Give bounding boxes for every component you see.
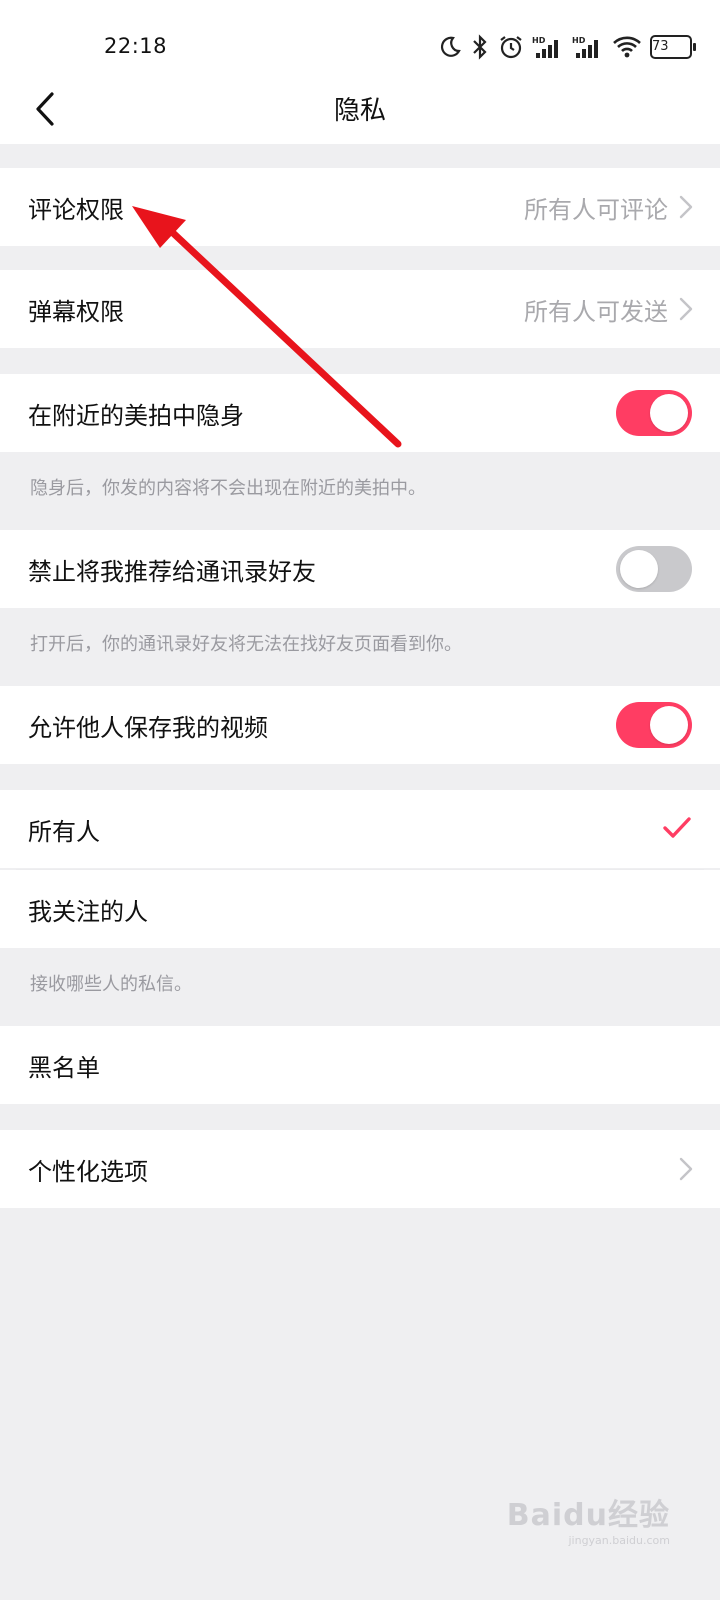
chevron-right-icon <box>679 297 693 321</box>
message-option-following[interactable]: 我关注的人 <box>0 870 720 948</box>
status-time: 22:18 <box>104 34 168 58</box>
message-from-hint: 接收哪些人的私信。 <box>30 974 192 995</box>
toggle-knob <box>620 550 658 588</box>
watermark: Baidu经验 jingyan.baidu.com <box>507 1490 670 1547</box>
blacklist-row[interactable]: 黑名单 <box>0 1026 720 1104</box>
chevron-right-icon <box>679 195 693 219</box>
allow-save-video-row: 允许他人保存我的视频 <box>0 686 720 764</box>
battery-indicator: 73 <box>650 35 696 59</box>
no-recommend-contacts-hint: 打开后，你的通讯录好友将无法在找好友页面看到你。 <box>30 634 462 655</box>
allow-save-video-toggle[interactable] <box>616 702 692 748</box>
watermark-sub: jingyan.baidu.com <box>568 1534 670 1547</box>
alarm-icon <box>498 34 524 60</box>
svg-text:HD: HD <box>532 36 546 45</box>
danmaku-permission-label: 弹幕权限 <box>28 298 124 326</box>
comment-permission-label: 评论权限 <box>28 196 124 224</box>
hide-nearby-row: 在附近的美拍中隐身 <box>0 374 720 452</box>
signal-hd-icon: HD <box>572 35 604 59</box>
watermark-text: Baidu经验 <box>506 1498 670 1533</box>
moon-icon <box>438 35 462 59</box>
no-recommend-contacts-toggle[interactable] <box>616 546 692 592</box>
no-recommend-contacts-label: 禁止将我推荐给通讯录好友 <box>28 558 316 586</box>
bluetooth-icon <box>470 34 490 60</box>
danmaku-permission-value: 所有人可发送 <box>524 298 668 326</box>
wifi-icon <box>612 35 642 59</box>
toggle-knob <box>650 394 688 432</box>
page-title: 隐私 <box>333 96 386 126</box>
personalization-label: 个性化选项 <box>28 1158 148 1186</box>
chevron-right-icon <box>679 1157 693 1181</box>
hide-nearby-label: 在附近的美拍中隐身 <box>28 402 244 430</box>
blacklist-label: 黑名单 <box>28 1054 100 1082</box>
allow-save-video-label: 允许他人保存我的视频 <box>28 714 268 742</box>
no-recommend-contacts-row: 禁止将我推荐给通讯录好友 <box>0 530 720 608</box>
toggle-knob <box>650 706 688 744</box>
danmaku-permission-row[interactable]: 弹幕权限 所有人可发送 <box>0 270 720 348</box>
personalization-row[interactable]: 个性化选项 <box>0 1130 720 1208</box>
nav-bar: 隐私 <box>0 74 720 144</box>
message-option-everyone[interactable]: 所有人 <box>0 790 720 868</box>
message-option-label: 所有人 <box>28 818 100 846</box>
comment-permission-row[interactable]: 评论权限 所有人可评论 <box>0 168 720 246</box>
svg-text:HD: HD <box>572 36 586 45</box>
signal-hd-icon: HD <box>532 35 564 59</box>
hide-nearby-toggle[interactable] <box>616 390 692 436</box>
message-option-label: 我关注的人 <box>28 898 148 926</box>
comment-permission-value: 所有人可评论 <box>524 196 668 224</box>
checkmark-icon <box>663 817 691 838</box>
status-icons: HD HD 73 <box>438 32 696 62</box>
hide-nearby-hint: 隐身后，你发的内容将不会出现在附近的美拍中。 <box>30 478 426 499</box>
